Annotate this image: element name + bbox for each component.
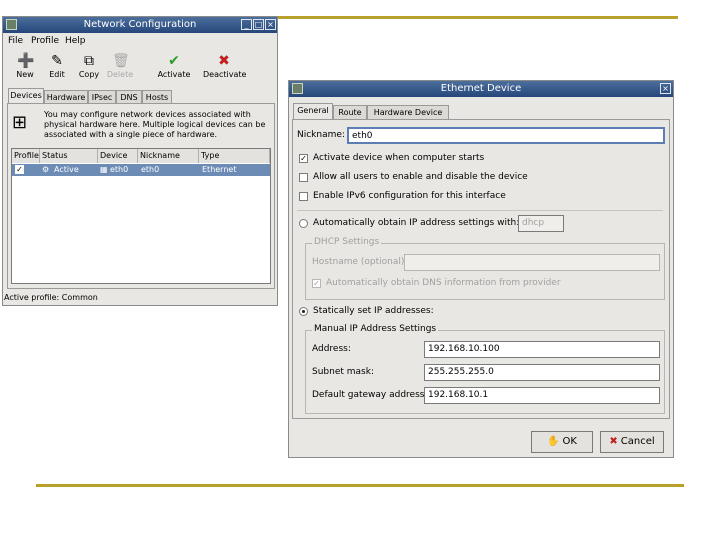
profile-checkbox[interactable]: ✓ [15, 165, 24, 174]
network-config-titlebar[interactable]: Network Configuration _ □ × [3, 17, 277, 33]
gateway-field[interactable]: 192.168.10.1 [424, 387, 660, 404]
cancel-icon: ✖ [609, 436, 618, 447]
col-nickname[interactable]: Nickname [138, 149, 199, 163]
general-panel: Nickname: eth0 ✓ Activate device when co… [292, 119, 670, 419]
cancel-label: Cancel [620, 436, 655, 447]
dialog-close-icon[interactable]: × [660, 83, 671, 94]
tab-hosts[interactable]: Hosts [142, 90, 172, 104]
nickname-cell: eth0 [141, 165, 160, 174]
status-cell: Active [54, 165, 79, 174]
table-row[interactable]: ✓ ⚙ Active ▦ eth0 eth0 Ethernet [12, 164, 270, 176]
device-icon: ▦ [100, 165, 108, 174]
auto-obtain-radio[interactable] [299, 219, 308, 228]
dialog-title: Ethernet Device [440, 83, 522, 94]
gateway-label: Default gateway address: [312, 390, 428, 400]
tab-hardware-device[interactable]: Hardware Device [367, 105, 449, 119]
cancel-button[interactable]: ✖ Cancel [600, 431, 664, 453]
enable-ipv6-checkbox[interactable] [299, 192, 308, 201]
allow-users-checkbox[interactable] [299, 173, 308, 182]
devices-info-text: You may configure network devices associ… [44, 110, 266, 139]
type-cell: Ethernet [202, 165, 237, 174]
activate-on-start-label: Activate device when computer starts [313, 153, 485, 163]
copy-button[interactable]: ⧉ Copy [72, 53, 106, 79]
new-icon: ➕ [17, 53, 35, 69]
tab-route[interactable]: Route [333, 105, 367, 119]
manual-ip-group: Manual IP Address Settings Address: 192.… [305, 324, 665, 414]
devices-icon: ⊞ [12, 112, 28, 133]
tab-devices[interactable]: Devices [8, 88, 44, 104]
close-icon[interactable]: × [265, 19, 276, 30]
network-config-window: Network Configuration _ □ × File Profile… [2, 16, 278, 306]
auto-dns-checkbox[interactable]: ✓ [312, 279, 321, 288]
edit-icon: ✎ [51, 53, 63, 69]
menu-profile[interactable]: Profile [31, 36, 59, 46]
tab-general[interactable]: General [293, 103, 333, 119]
ethernet-titlebar[interactable]: Ethernet Device × [289, 81, 673, 97]
tab-ipsec[interactable]: IPsec [88, 90, 116, 104]
maximize-icon[interactable]: □ [253, 19, 264, 30]
devices-table: Profile Status Device Nickname Type ✓ ⚙ … [11, 148, 271, 284]
manual-ip-caption: Manual IP Address Settings [312, 324, 439, 334]
dhcp-settings-group: DHCP Settings Hostname (optional): ✓ Aut… [305, 237, 665, 300]
deactivate-button[interactable]: ✖ Deactivate [203, 53, 246, 79]
menu-help[interactable]: Help [65, 36, 86, 46]
tab-hardware[interactable]: Hardware [44, 90, 88, 104]
static-set-radio[interactable] [299, 307, 308, 316]
status-icon: ⚙ [42, 165, 50, 174]
copy-icon: ⧉ [84, 53, 94, 69]
auto-method-select[interactable]: dhcp [518, 215, 564, 232]
new-button[interactable]: ➕ New [8, 53, 42, 79]
allow-users-label: Allow all users to enable and disable th… [313, 172, 528, 182]
nickname-field[interactable]: eth0 [347, 127, 665, 144]
ok-icon: ✋ [547, 436, 560, 447]
activate-button[interactable]: ✔ Activate [157, 53, 191, 79]
static-set-label: Statically set IP addresses: [313, 306, 434, 316]
device-cell: eth0 [110, 165, 129, 174]
col-profile[interactable]: Profile [12, 149, 40, 163]
col-status[interactable]: Status [40, 149, 98, 163]
menu-file[interactable]: File [8, 36, 23, 46]
hostname-label: Hostname (optional): [312, 257, 408, 267]
x-icon: ✖ [218, 53, 230, 69]
activate-on-start-checkbox[interactable]: ✓ [299, 154, 308, 163]
minimize-icon[interactable]: _ [241, 19, 252, 30]
devices-panel: ⊞ You may configure network devices asso… [7, 103, 275, 289]
status-bar: Active profile: Common [4, 293, 98, 302]
address-label: Address: [312, 344, 351, 354]
auto-obtain-label: Automatically obtain IP address settings… [313, 218, 520, 228]
dhcp-settings-caption: DHCP Settings [312, 237, 382, 247]
subnet-field[interactable]: 255.255.255.0 [424, 364, 660, 381]
auto-dns-label: Automatically obtain DNS information fro… [326, 278, 561, 288]
address-field[interactable]: 192.168.10.100 [424, 341, 660, 358]
ok-button[interactable]: ✋ OK [531, 431, 593, 453]
delete-icon: 🗑 [112, 53, 130, 69]
separator [297, 210, 663, 211]
subnet-label: Subnet mask: [312, 367, 374, 377]
nickname-label: Nickname: [297, 130, 345, 140]
ok-label: OK [562, 436, 577, 447]
hostname-field[interactable] [404, 254, 660, 271]
check-icon: ✔ [168, 53, 180, 69]
ethernet-device-dialog: Ethernet Device × General Route Hardware… [288, 80, 674, 458]
enable-ipv6-label: Enable IPv6 configuration for this inter… [313, 191, 506, 201]
bottom-rule [36, 484, 684, 487]
delete-button[interactable]: 🗑 Delete [103, 53, 137, 79]
col-device[interactable]: Device [98, 149, 138, 163]
col-type[interactable]: Type [199, 149, 270, 163]
tab-dns[interactable]: DNS [116, 90, 142, 104]
edit-button[interactable]: ✎ Edit [40, 53, 74, 79]
window-title: Network Configuration [83, 19, 197, 30]
